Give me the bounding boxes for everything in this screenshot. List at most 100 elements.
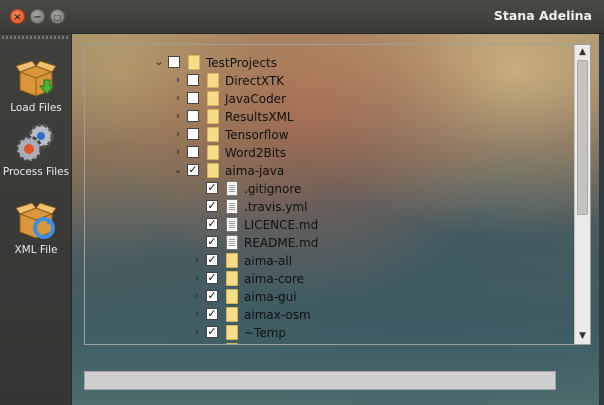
tree-row-label: ~.deleted: [244, 343, 303, 344]
tree-row-label: README.md: [244, 236, 319, 250]
load-files-button[interactable]: Load Files: [0, 56, 72, 114]
expand-arrow-icon[interactable]: ›: [191, 290, 203, 302]
expand-arrow-icon[interactable]: ›: [172, 146, 184, 158]
process-files-label: Process Files: [2, 166, 70, 178]
tree-row-checkbox[interactable]: [187, 92, 199, 104]
expand-arrow-icon[interactable]: ›: [191, 272, 203, 284]
close-button[interactable]: ×: [10, 9, 25, 24]
tree-row-checkbox[interactable]: [187, 110, 199, 122]
folder-icon: [207, 163, 219, 178]
tree-row-checkbox[interactable]: ✓: [206, 290, 218, 302]
tree-row-label: Word2Bits: [225, 146, 287, 160]
process-files-button[interactable]: Process Files: [0, 120, 72, 178]
toolbar: Load Files Process Files XML File: [0, 34, 72, 405]
tree-row[interactable]: ⌄ TestProjects: [85, 54, 575, 72]
tree-row-checkbox[interactable]: ✓: [206, 218, 218, 230]
tree-row[interactable]: › ✓ aima-gui: [85, 288, 575, 306]
tree-row[interactable]: › Word2Bits: [85, 144, 575, 162]
folder-icon: [188, 55, 200, 70]
expand-arrow-icon[interactable]: ›: [191, 254, 203, 266]
tree-row-label: JavaCoder: [225, 92, 287, 106]
tree-row[interactable]: › ✓ ~.deleted: [85, 342, 575, 345]
tree-row-checkbox[interactable]: ✓: [206, 200, 218, 212]
tree-row-label: ~Temp: [244, 326, 287, 340]
box-download-icon: [15, 60, 57, 97]
tree-row-checkbox[interactable]: ✓: [206, 308, 218, 320]
maximize-button[interactable]: □: [50, 9, 65, 24]
folder-icon: [207, 127, 219, 142]
xml-file-label: XML File: [14, 244, 58, 256]
xml-file-button[interactable]: XML File: [0, 198, 72, 256]
expand-arrow-icon[interactable]: ›: [172, 110, 184, 122]
minimize-button[interactable]: −: [30, 9, 45, 24]
folder-icon: [226, 307, 238, 322]
folder-icon: [226, 325, 238, 340]
file-tree[interactable]: ▲ ▼ ⌄ TestProjects › DirectXTK › JavaCoder › Re…: [84, 44, 591, 345]
expand-arrow-icon[interactable]: ›: [195, 344, 199, 345]
file-icon: [226, 199, 238, 214]
tree-row[interactable]: › ✓ aima-all: [85, 252, 575, 270]
tree-row-label: ResultsXML: [225, 110, 294, 124]
tree-row-label: TestProjects: [206, 56, 277, 70]
tree-row[interactable]: ✓ LICENCE.md: [85, 216, 575, 234]
tree-row-checkbox[interactable]: [187, 74, 199, 86]
folder-icon: [207, 145, 219, 160]
scroll-down-icon[interactable]: ▼: [575, 329, 590, 344]
expand-arrow-icon[interactable]: ›: [191, 326, 203, 338]
tree-row-checkbox[interactable]: [168, 56, 180, 68]
tree-row[interactable]: ✓ README.md: [85, 234, 575, 252]
tree-row[interactable]: › JavaCoder: [85, 90, 575, 108]
tree-row-label: aima-all: [244, 254, 293, 268]
tree-row-checkbox[interactable]: ✓: [206, 182, 218, 194]
folder-icon: [207, 109, 219, 124]
folder-icon: [226, 253, 238, 268]
folder-icon: [226, 289, 238, 304]
tree-row[interactable]: ✓ .gitignore: [85, 180, 575, 198]
tree-row-label: aima-gui: [244, 290, 297, 304]
collapse-arrow-icon[interactable]: ⌄: [172, 164, 184, 176]
box-refresh-icon: [15, 202, 57, 239]
tree-row-checkbox[interactable]: ✓: [206, 254, 218, 266]
tree-row[interactable]: › ResultsXML: [85, 108, 575, 126]
progress-bar: [84, 371, 556, 390]
tree-row-checkbox[interactable]: ✓: [206, 272, 218, 284]
expand-arrow-icon[interactable]: ›: [172, 128, 184, 140]
window-title: Stana Adelina: [493, 8, 592, 23]
main-window: Load Files Process Files XML File ▲ ▼ ⌄ …: [0, 34, 604, 405]
scroll-up-icon[interactable]: ▲: [575, 45, 590, 60]
tree-row[interactable]: › DirectXTK: [85, 72, 575, 90]
tree-row[interactable]: ✓ .travis.yml: [85, 198, 575, 216]
load-files-label: Load Files: [10, 102, 62, 114]
tree-row[interactable]: › Tensorflow: [85, 126, 575, 144]
tree-row[interactable]: › ✓ aima-core: [85, 270, 575, 288]
tree-row[interactable]: ⌄ ✓ aima-java: [85, 162, 575, 180]
expand-arrow-icon[interactable]: ›: [172, 92, 184, 104]
tree-row-checkbox[interactable]: ✓: [206, 236, 218, 248]
window-edge: [599, 34, 604, 405]
tree-row-label: DirectXTK: [225, 74, 285, 88]
tree-row-label: aima-core: [244, 272, 305, 286]
tree-row-checkbox[interactable]: [187, 146, 199, 158]
folder-icon: [207, 91, 219, 106]
file-icon: [226, 235, 238, 250]
tree-row-checkbox[interactable]: ✓: [206, 344, 218, 345]
scroll-thumb[interactable]: [577, 60, 588, 215]
tree-row-label: aima-java: [225, 164, 285, 178]
tree-row-label: LICENCE.md: [244, 218, 319, 232]
tree-row[interactable]: › ✓ aimax-osm: [85, 306, 575, 324]
tree-row-checkbox[interactable]: ✓: [187, 164, 199, 176]
file-icon: [226, 217, 238, 232]
tree-row-label: .gitignore: [244, 182, 302, 196]
tree-row[interactable]: › ✓ ~Temp: [85, 324, 575, 342]
tree-row-checkbox[interactable]: [187, 128, 199, 140]
tree-vertical-scrollbar[interactable]: ▲ ▼: [574, 45, 590, 344]
folder-icon: [226, 271, 238, 286]
title-bar: × − □ Stana Adelina: [0, 0, 604, 34]
toolbar-grip[interactable]: [2, 36, 70, 39]
expand-arrow-icon[interactable]: ›: [191, 308, 203, 320]
file-icon: [226, 181, 238, 196]
expand-arrow-icon[interactable]: ›: [172, 74, 184, 86]
gears-icon: [15, 123, 54, 163]
tree-row-checkbox[interactable]: ✓: [206, 326, 218, 338]
collapse-arrow-icon[interactable]: ⌄: [153, 56, 165, 68]
